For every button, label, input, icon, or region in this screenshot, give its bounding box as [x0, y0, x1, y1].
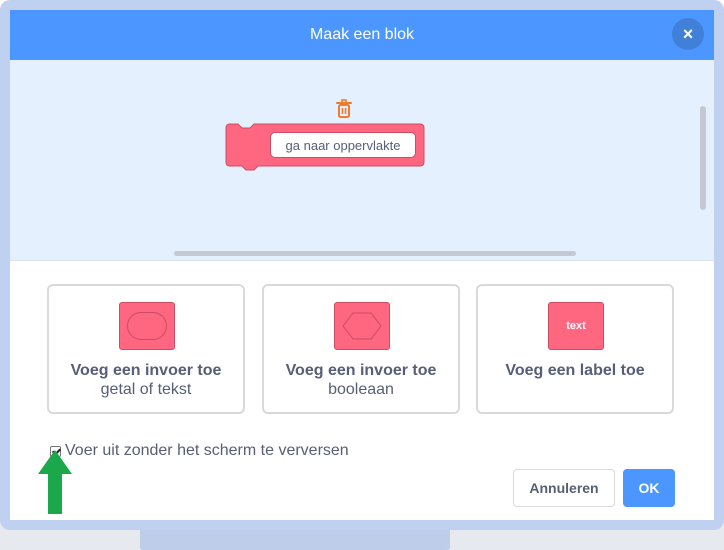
dialog-title: Maak een blok [309, 26, 415, 43]
boolean-input-icon [334, 302, 390, 350]
close-button[interactable]: × [672, 18, 704, 50]
block-name-text: ga naar oppervlakte [285, 137, 401, 153]
block-name-input[interactable]: ga naar oppervlakte [270, 132, 416, 158]
horizontal-scrollbar[interactable] [174, 251, 576, 256]
checkbox-label: Voer uit zonder het scherm te verversen [65, 442, 349, 459]
block-options: Voeg een invoer toe getal of tekst Voeg … [47, 284, 675, 416]
oval-input-icon [119, 302, 175, 350]
vertical-scrollbar[interactable] [700, 106, 706, 210]
label-icon-text: text [566, 320, 586, 332]
ok-button[interactable]: OK [623, 469, 675, 507]
option-title: Voeg een invoer toe [70, 362, 222, 379]
add-number-text-input-button[interactable]: Voeg een invoer toe getal of tekst [47, 284, 245, 414]
option-subtitle: booleaan [328, 381, 394, 398]
option-subtitle: getal of tekst [100, 381, 192, 398]
option-title: Voeg een invoer toe [285, 362, 437, 379]
close-icon: × [682, 23, 694, 44]
add-boolean-input-button[interactable]: Voeg een invoer toe booleaan [262, 284, 460, 414]
dialog-header: Maak een blok × [10, 10, 714, 60]
run-without-refresh-row[interactable]: Voer uit zonder het scherm te verversen [50, 442, 349, 460]
option-title: Voeg een label toe [505, 362, 645, 379]
block-preview-workspace: ga naar oppervlakte [10, 60, 714, 261]
hexagon-shape [342, 312, 382, 340]
cancel-button[interactable]: Annuleren [513, 469, 615, 507]
make-block-dialog: Maak een blok × ga naar oppervlakte Voeg… [0, 0, 724, 530]
trash-icon[interactable] [334, 98, 354, 120]
add-label-button[interactable]: text Voeg een label toe [476, 284, 674, 414]
green-arrow-up-icon [38, 450, 72, 514]
oval-shape [127, 312, 167, 340]
label-icon: text [548, 302, 604, 350]
